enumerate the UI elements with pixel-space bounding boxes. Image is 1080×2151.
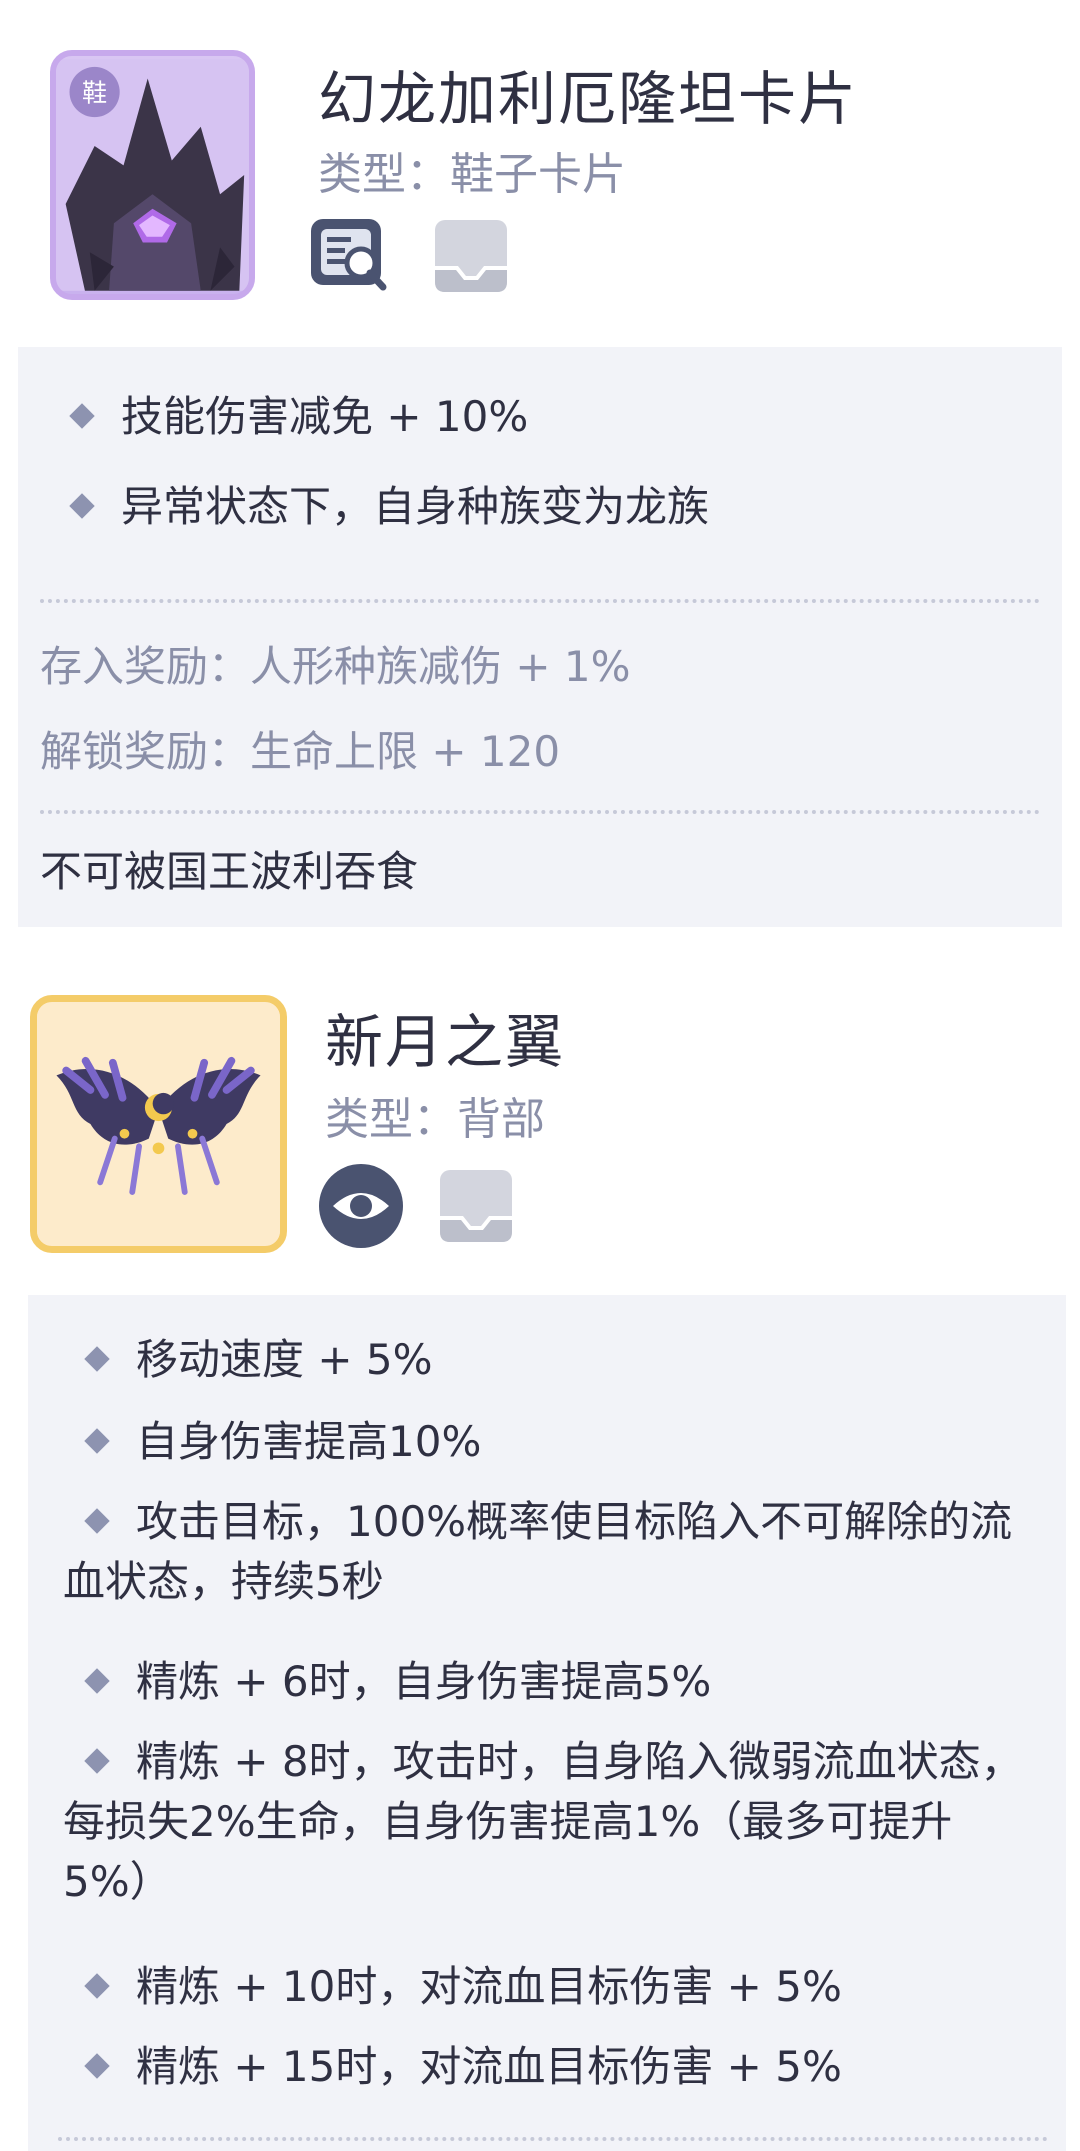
item-description-panel: 技能伤害减免 + 10% 异常状态下，自身种族变为龙族 存入奖励：人形种族减伤 … [18, 347, 1062, 927]
item-description-panel: 移动速度 + 5% 自身伤害提高10% 攻击目标，100%概率使目标陷入不可解除… [28, 1295, 1066, 2151]
attribute-line: 精炼 + 8时，攻击时，自身陷入微弱流血状态，每损失2%生命，自身伤害提高1%（… [63, 1737, 1023, 1906]
magnify-document-icon[interactable] [305, 210, 397, 302]
item-name: 新月之翼 [325, 1008, 566, 1076]
diamond-bullet-icon [84, 1427, 110, 1454]
attribute-line: 精炼 + 15时，对流血目标伤害 + 5% [84, 2037, 842, 2097]
inbox-tray-icon[interactable] [430, 1160, 522, 1252]
diamond-bullet-icon [84, 1667, 110, 1694]
attribute-line: 攻击目标，100%概率使目标陷入不可解除的流血状态，持续5秒 [63, 1497, 1013, 1606]
attribute-line: 自身伤害提高10% [84, 1412, 481, 1472]
item-detail-page: 鞋 幻龙加利厄隆坦卡片 类型：鞋子卡片 技能伤害减免 + 10% 异常状态下，自… [0, 0, 1080, 2151]
attribute-line: 技能伤害减免 + 10% [69, 387, 528, 447]
dotted-divider [40, 810, 1040, 814]
deposit-reward: 存入奖励：人形种族减伤 + 1% [40, 642, 631, 691]
item-type-label: 类型：鞋子卡片 [318, 149, 626, 200]
crescent-wings-icon[interactable] [30, 995, 287, 1253]
inbox-tray-icon[interactable] [425, 210, 517, 302]
unlock-reward: 解锁奖励：生命上限 + 120 [40, 727, 561, 776]
attribute-line: 异常状态下，自身种族变为龙族 [69, 477, 709, 537]
attribute-line: 精炼 + 6时，自身伤害提高5% [84, 1652, 711, 1712]
diamond-bullet-icon [84, 1747, 110, 1774]
dotted-divider [58, 2137, 1048, 2141]
attribute-line: 移动速度 + 5% [84, 1330, 433, 1390]
eye-icon[interactable] [315, 1160, 407, 1252]
dotted-divider [40, 599, 1040, 603]
item-header-crescent-wings: 新月之翼 类型：背部 [0, 995, 1080, 1260]
diamond-bullet-icon [69, 402, 95, 429]
dragon-card-icon[interactable]: 鞋 [50, 50, 255, 300]
item-note: 不可被国王波利吞食 [40, 847, 419, 896]
item-header-dragon-card: 鞋 幻龙加利厄隆坦卡片 类型：鞋子卡片 [0, 50, 1080, 305]
diamond-bullet-icon [84, 1507, 110, 1534]
diamond-bullet-icon [84, 1345, 110, 1372]
item-name: 幻龙加利厄隆坦卡片 [318, 65, 859, 133]
svg-text:鞋: 鞋 [82, 79, 107, 108]
item-type-label: 类型：背部 [325, 1094, 545, 1145]
diamond-bullet-icon [84, 1972, 110, 1999]
attribute-line: 精炼 + 10时，对流血目标伤害 + 5% [84, 1957, 842, 2017]
diamond-bullet-icon [69, 492, 95, 519]
diamond-bullet-icon [84, 2052, 110, 2079]
